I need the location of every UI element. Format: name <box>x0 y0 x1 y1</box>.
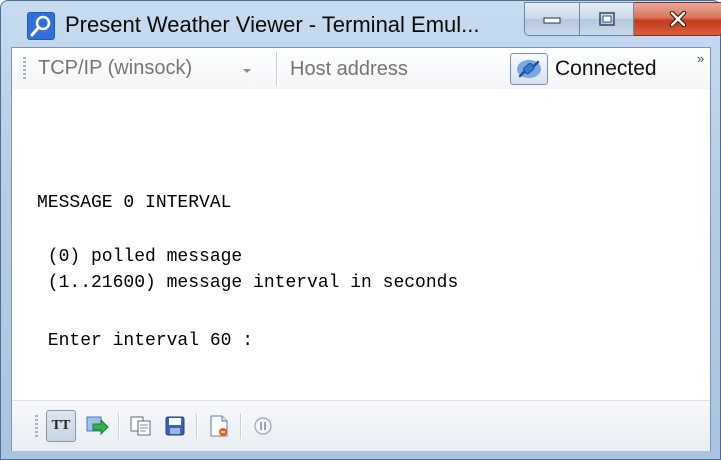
maximize-icon <box>598 12 615 26</box>
toolbar-separator <box>240 413 242 439</box>
toolbar-separator <box>276 52 278 86</box>
terminal-output[interactable]: MESSAGE 0 INTERVAL (0) polled message (1… <box>12 89 710 399</box>
title-bar[interactable]: Present Weather Viewer - Terminal Emul..… <box>1 1 721 47</box>
terminal-line: MESSAGE 0 INTERVAL <box>37 193 232 213</box>
toolbar-overflow-chevron[interactable]: » <box>697 51 704 66</box>
send-button[interactable] <box>82 410 112 442</box>
toolbar-grip[interactable] <box>23 57 26 81</box>
toolbar-separator <box>118 413 120 439</box>
chevron-down-icon[interactable] <box>243 69 251 73</box>
close-icon <box>669 11 687 27</box>
connection-toolbar: TCP/IP (winsock) Connected » <box>12 48 710 90</box>
send-icon <box>86 416 109 436</box>
save-button[interactable] <box>160 410 190 442</box>
terminal-line: (0) polled message <box>37 247 243 267</box>
caption-buttons <box>524 2 721 40</box>
close-button[interactable] <box>634 2 721 36</box>
minimize-icon <box>543 17 561 24</box>
terminal-line: Enter interval 60 : <box>37 331 254 351</box>
log-file-button[interactable] <box>204 410 234 442</box>
copy-button[interactable] <box>126 410 156 442</box>
log-file-icon <box>210 415 228 437</box>
save-icon <box>165 416 185 436</box>
app-window: Present Weather Viewer - Terminal Emul..… <box>0 0 721 460</box>
window-title: Present Weather Viewer - Terminal Emul..… <box>65 12 480 37</box>
app-icon <box>27 12 55 40</box>
bottom-toolbar: TT <box>12 400 710 451</box>
toolbar-separator <box>196 413 198 439</box>
connect-button[interactable]: Connected <box>510 52 685 86</box>
copy-icon <box>130 416 151 436</box>
pause-button[interactable] <box>248 410 278 442</box>
minimize-button[interactable] <box>524 2 580 36</box>
maximize-button[interactable] <box>580 2 634 36</box>
tt-toggle-button[interactable]: TT <box>46 410 76 442</box>
pause-icon <box>254 417 272 435</box>
client-area: TCP/IP (winsock) Connected » MESSAGE 0 I… <box>11 47 711 451</box>
tt-toggle-icon: TT <box>51 418 71 433</box>
toolbar-grip[interactable] <box>35 415 38 439</box>
connection-plug-icon <box>510 53 548 85</box>
connection-type-dropdown[interactable]: TCP/IP (winsock) <box>38 57 192 80</box>
terminal-line: (1..21600) message interval in seconds <box>37 273 459 293</box>
host-address-input[interactable] <box>290 57 500 81</box>
connection-status-label: Connected <box>555 57 657 80</box>
